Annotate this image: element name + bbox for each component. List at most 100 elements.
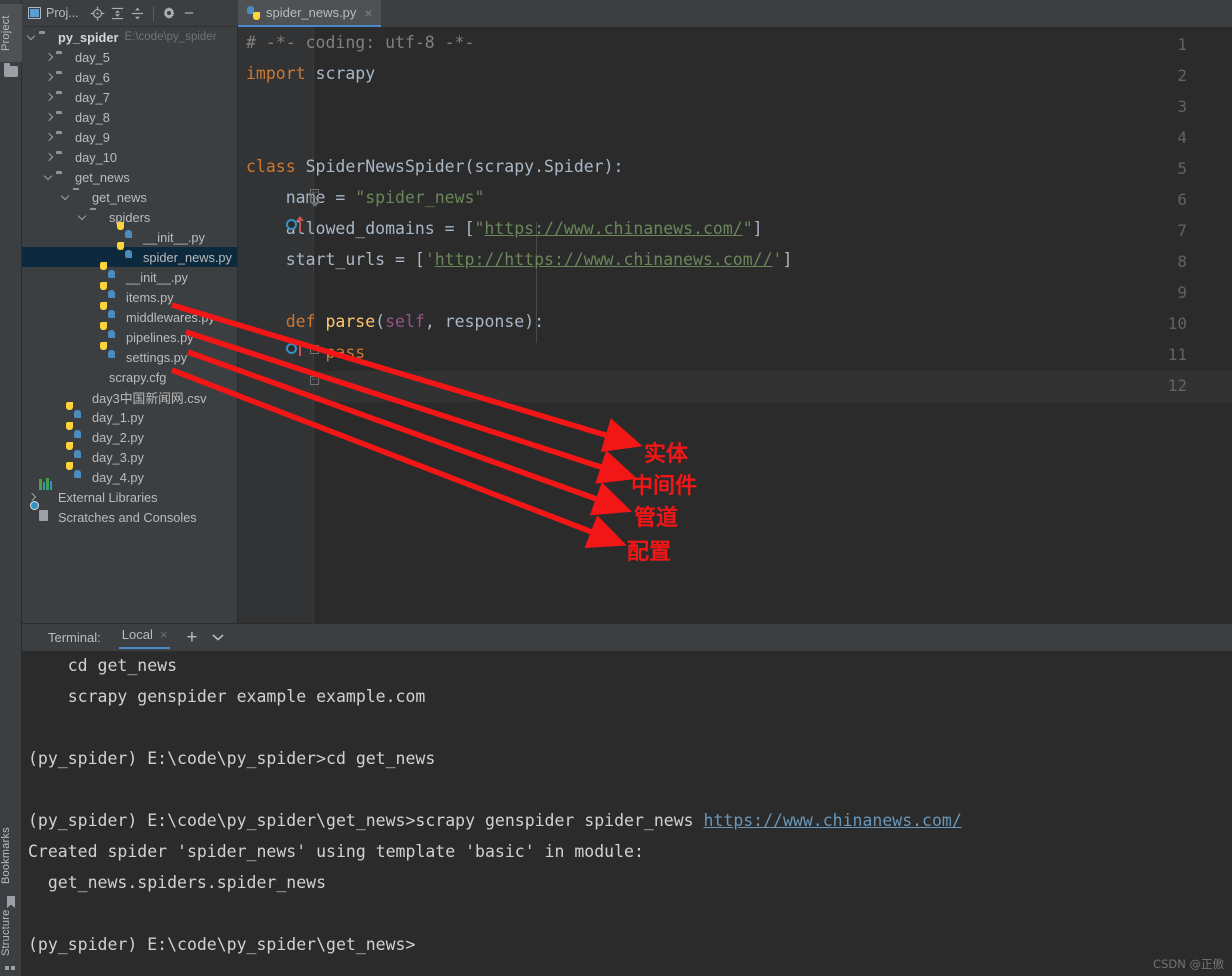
package-icon xyxy=(90,210,105,224)
locate-icon[interactable] xyxy=(88,3,108,23)
tree-item-__init__py[interactable]: __init__.py xyxy=(22,262,237,287)
tree-item-day_10[interactable]: day_10 xyxy=(22,147,237,167)
terminal-output[interactable]: cd get_news scrapy genspider example exa… xyxy=(22,651,1232,976)
chevron-right-icon[interactable] xyxy=(44,92,55,103)
tree-item-label: Scratches and Consoles xyxy=(58,509,197,525)
expand-all-icon[interactable] xyxy=(108,3,128,23)
override-method-icon-line6[interactable] xyxy=(286,216,308,233)
python-file-icon xyxy=(117,242,139,264)
tree-item-day3csv[interactable]: day3中国新闻网.csv xyxy=(22,387,237,407)
collapse-all-icon[interactable] xyxy=(128,3,148,23)
tree-item-day_1py[interactable]: day_1.py xyxy=(22,402,237,427)
tree-item-day_7[interactable]: day_7 xyxy=(22,87,237,107)
tree-item-label: items.py xyxy=(126,289,174,305)
line-number: 3 xyxy=(1177,97,1187,116)
tree-item-__init__py[interactable]: __init__.py xyxy=(22,222,237,247)
minimize-icon[interactable] xyxy=(179,3,199,23)
rail-button-bookmarks[interactable]: Bookmarks xyxy=(0,820,22,892)
project-view-label: Proj... xyxy=(46,6,79,20)
tree-item-externallibraries[interactable]: External Libraries xyxy=(22,478,237,507)
line-number: 12 xyxy=(1167,376,1187,395)
close-icon[interactable]: × xyxy=(160,627,168,642)
tree-item-middlewarespy[interactable]: middlewares.py xyxy=(22,302,237,327)
tab-spider-news-py[interactable]: spider_news.py × xyxy=(238,0,381,27)
fold-marker-body[interactable]: − xyxy=(310,376,319,385)
tree-item-day_5[interactable]: day_5 xyxy=(22,47,237,67)
code-line-2[interactable]: import scrapy xyxy=(246,64,375,83)
rail-button-project[interactable]: Project xyxy=(0,4,22,62)
chevron-down-icon[interactable] xyxy=(44,172,55,183)
folder-icon xyxy=(56,70,71,84)
tab-label: spider_news.py xyxy=(266,5,357,20)
chevron-right-icon[interactable] xyxy=(44,112,55,123)
tree-item-spiders[interactable]: spiders xyxy=(22,207,237,227)
text-file-icon xyxy=(90,370,105,384)
code-editor[interactable]: 1 2 3 4 5 6 7 8 9 10 11 12 # -*- coding: utf-8 -*- i… xyxy=(238,27,1232,623)
fold-marker-def[interactable]: − xyxy=(310,345,319,354)
line-number: 2 xyxy=(1177,66,1187,85)
tree-item-label: day_6 xyxy=(75,69,110,85)
annotation-label-config: 配置 xyxy=(627,540,672,565)
code-line-5[interactable]: class SpiderNewsSpider(scrapy.Spider): xyxy=(246,157,624,176)
terminal-tab-local[interactable]: Local × xyxy=(118,627,171,649)
tree-item-get_news[interactable]: get_news xyxy=(22,187,237,207)
project-toolbar: Proj... xyxy=(22,0,238,27)
chevron-down-icon[interactable] xyxy=(61,192,72,203)
project-view-icon xyxy=(28,7,41,19)
tree-item-label: scrapy.cfg xyxy=(109,369,167,385)
tree-item-py_spider[interactable]: py_spider E:\code\py_spider xyxy=(22,27,237,47)
toolbar-divider xyxy=(152,5,154,21)
tree-item-scrapycfg[interactable]: scrapy.cfg xyxy=(22,367,237,387)
python-file-icon xyxy=(66,422,88,444)
library-icon xyxy=(39,478,54,504)
override-method-icon-line10[interactable] xyxy=(286,340,308,357)
tree-item-pipelinespy[interactable]: pipelines.py xyxy=(22,322,237,347)
tree-item-day_3py[interactable]: day_3.py xyxy=(22,442,237,467)
code-line-6[interactable]: name = "spider_news" xyxy=(246,188,485,207)
tree-item-label: External Libraries xyxy=(58,489,158,505)
annotation-label-pipeline: 管道 xyxy=(634,506,679,531)
code-line-8[interactable]: start_urls = ['http://https://www.chinan… xyxy=(246,250,793,269)
code-line-1[interactable]: # -*- coding: utf-8 -*- xyxy=(246,33,474,52)
tree-item-day_8[interactable]: day_8 xyxy=(22,107,237,127)
tree-item-label: py_spider xyxy=(58,29,119,45)
tree-item-day_6[interactable]: day_6 xyxy=(22,67,237,87)
chevron-down-icon[interactable] xyxy=(78,212,89,223)
tree-item-label: day_9 xyxy=(75,129,110,145)
terminal-line: (py_spider) E:\code\py_spider>cd get_new… xyxy=(28,749,436,768)
code-line-7[interactable]: allowed_domains = ["https://www.chinanew… xyxy=(246,219,763,238)
project-view-selector[interactable]: Proj... xyxy=(28,6,79,20)
scratches-icon xyxy=(30,501,54,524)
fold-region-end-class xyxy=(310,198,319,203)
code-line-10[interactable]: def parse(self, response): xyxy=(246,312,544,331)
line-number: 8 xyxy=(1177,252,1187,271)
tree-item-itemspy[interactable]: items.py xyxy=(22,282,237,307)
tree-item-label: get_news xyxy=(92,189,147,205)
tree-item-scratchesandconsoles[interactable]: Scratches and Consoles xyxy=(22,501,237,527)
tree-item-day_4py[interactable]: day_4.py xyxy=(22,462,237,487)
fold-marker-class[interactable]: − xyxy=(310,189,319,198)
chevron-down-icon[interactable] xyxy=(211,629,225,647)
new-terminal-button[interactable]: + xyxy=(186,628,197,647)
chevron-right-icon[interactable] xyxy=(44,132,55,143)
tree-item-settingspy[interactable]: settings.py xyxy=(22,342,237,367)
tree-item-spider_newspy[interactable]: spider_news.py xyxy=(22,242,237,267)
chevron-down-icon[interactable] xyxy=(27,32,38,43)
gear-icon[interactable] xyxy=(159,3,179,23)
chevron-right-icon[interactable] xyxy=(44,72,55,83)
rail-button-structure[interactable]: Structure xyxy=(0,900,22,966)
pycharm-window: Project Bookmarks Structure Proj... spid… xyxy=(0,0,1232,976)
close-icon[interactable]: × xyxy=(364,5,372,21)
tree-item-day_9[interactable]: day_9 xyxy=(22,127,237,147)
project-tree-panel[interactable]: py_spider E:\code\py_spider day_5 day_6 day_… xyxy=(22,27,238,623)
chevron-right-icon[interactable] xyxy=(44,152,55,163)
tree-item-day_2py[interactable]: day_2.py xyxy=(22,422,237,447)
folder-icon xyxy=(56,130,71,144)
chevron-right-icon[interactable] xyxy=(44,52,55,63)
terminal-url-link[interactable]: https://www.chinanews.com/ xyxy=(704,811,962,830)
tree-item-get_news[interactable]: get_news xyxy=(22,167,237,187)
line-number: 5 xyxy=(1177,159,1187,178)
